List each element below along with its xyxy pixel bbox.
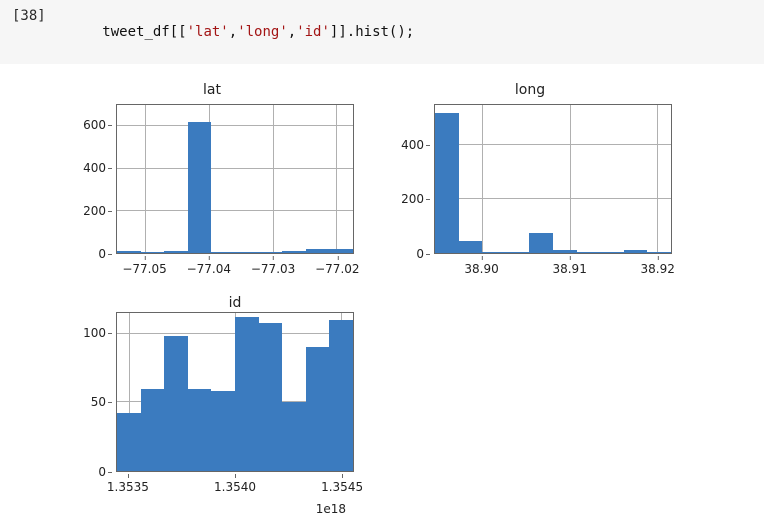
xtick: −77.04 xyxy=(187,262,231,276)
ytick: 400 xyxy=(62,161,106,175)
bar xyxy=(600,252,624,253)
bar xyxy=(117,251,141,253)
chart-title-long: long xyxy=(380,82,680,98)
empty-cell xyxy=(380,300,680,500)
bar xyxy=(141,389,165,471)
bar xyxy=(329,249,353,253)
ytick: 600 xyxy=(62,118,106,132)
code-prefix: tweet_df[[ xyxy=(102,24,186,40)
chart-id: 0 50 100 id xyxy=(62,300,362,500)
xticks-id: 1.3535 1.3540 1.3545 1e18 xyxy=(116,476,354,500)
bar xyxy=(188,122,212,253)
yticks-id: 0 50 100 xyxy=(62,312,112,472)
bars-id xyxy=(117,313,353,471)
xtick: −77.02 xyxy=(315,262,359,276)
chart-lat: lat 0 200 400 600 xyxy=(62,82,362,282)
bar xyxy=(529,233,553,253)
xtick: −77.05 xyxy=(122,262,166,276)
bar xyxy=(164,251,188,253)
cell-prompt: [38] xyxy=(6,8,52,24)
xticks-lat: −77.05 −77.04 −77.03 −77.02 xyxy=(116,258,354,282)
yticks-lat: 0 200 400 600 xyxy=(62,104,112,254)
bar xyxy=(306,249,330,253)
bar xyxy=(459,241,483,253)
bar xyxy=(482,252,506,253)
bar xyxy=(624,250,648,253)
bar xyxy=(282,251,306,253)
xtick: 1.3535 xyxy=(107,480,149,494)
yticks-long: 0 200 400 xyxy=(380,104,430,254)
bar xyxy=(506,252,530,253)
bar xyxy=(259,323,283,471)
bar xyxy=(235,252,259,253)
offset-text-id: 1e18 xyxy=(316,502,346,516)
bar xyxy=(259,252,283,253)
bar xyxy=(577,252,601,253)
code-suffix: ]].hist(); xyxy=(330,24,414,40)
chart-title-lat: lat xyxy=(62,82,362,98)
bar xyxy=(141,252,165,253)
code-str-lat: 'lat' xyxy=(187,24,229,40)
bar xyxy=(235,317,259,471)
plot-area-lat xyxy=(116,104,354,254)
xticks-long: 38.90 38.91 38.92 xyxy=(434,258,672,282)
bar xyxy=(164,336,188,471)
xtick: −77.03 xyxy=(251,262,295,276)
ytick: 0 xyxy=(380,247,424,261)
bar xyxy=(435,113,459,253)
xtick: 1.3545 xyxy=(321,480,363,494)
code-comma-2: , xyxy=(288,24,296,40)
xtick: 38.92 xyxy=(641,262,675,276)
code-line: tweet_df[['lat','long','id']].hist(); xyxy=(52,8,415,56)
bar xyxy=(282,402,306,471)
bar xyxy=(647,252,671,253)
bar xyxy=(553,250,577,253)
bars-lat xyxy=(117,105,353,253)
code-cell: [38] tweet_df[['lat','long','id']].hist(… xyxy=(0,0,764,64)
plot-area-long xyxy=(434,104,672,254)
xtick: 38.90 xyxy=(464,262,498,276)
plot-area-id: id xyxy=(116,312,354,472)
ytick: 0 xyxy=(62,247,106,261)
notebook-root: [38] tweet_df[['lat','long','id']].hist(… xyxy=(0,0,764,500)
ytick: 200 xyxy=(62,204,106,218)
chart-long: long 0 200 400 xyxy=(380,82,680,282)
ytick: 200 xyxy=(380,192,424,206)
bar xyxy=(329,320,353,471)
charts-grid: lat 0 200 400 600 xyxy=(62,82,764,500)
code-comma-1: , xyxy=(229,24,237,40)
bars-long xyxy=(435,105,671,253)
output-area: lat 0 200 400 600 xyxy=(0,64,764,500)
ytick: 0 xyxy=(62,465,106,479)
code-str-id: 'id' xyxy=(296,24,330,40)
bar xyxy=(306,347,330,471)
bar xyxy=(188,389,212,471)
chart-title-id: id xyxy=(117,295,353,311)
bar xyxy=(211,252,235,253)
ytick: 50 xyxy=(62,395,106,409)
ytick: 400 xyxy=(380,138,424,152)
ytick: 100 xyxy=(62,326,106,340)
xtick: 1.3540 xyxy=(214,480,256,494)
code-str-long: 'long' xyxy=(237,24,288,40)
bar xyxy=(117,413,141,471)
bar xyxy=(211,391,235,471)
xtick: 38.91 xyxy=(552,262,586,276)
